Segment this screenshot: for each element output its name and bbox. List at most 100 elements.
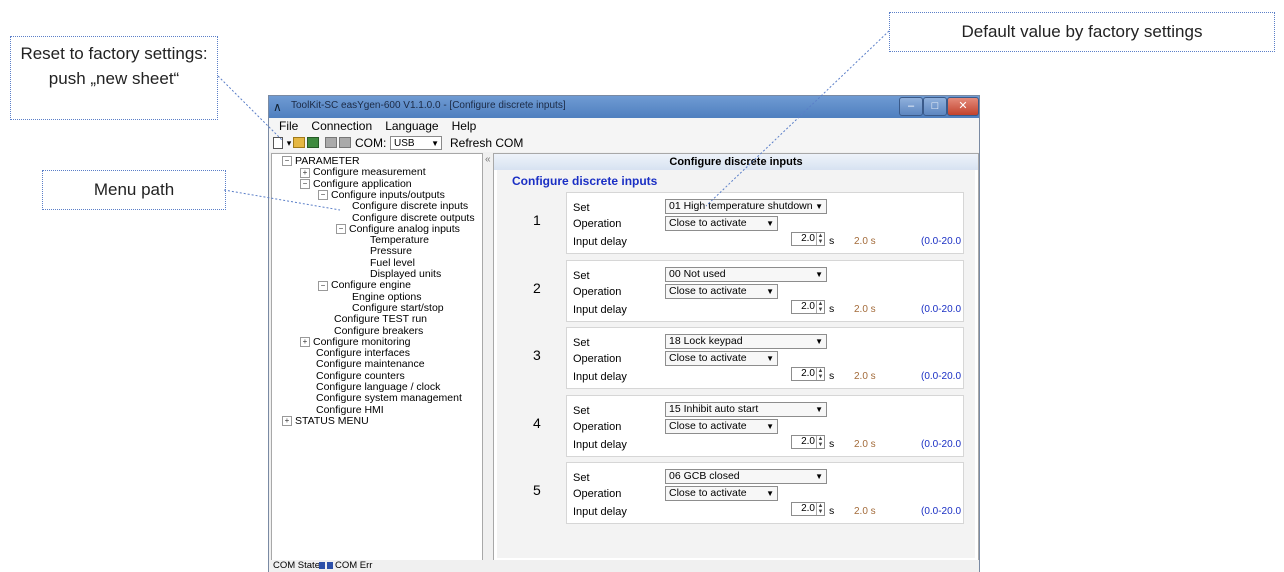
operation-value: Close to activate xyxy=(669,487,747,499)
tree-item-label: Configure system management xyxy=(316,392,462,405)
set-function-select[interactable]: 00 Not used ▼ xyxy=(665,266,827,282)
chevron-down-icon: ▼ xyxy=(431,139,439,148)
operation-select[interactable]: Close to activate ▼ xyxy=(665,486,778,501)
set-function-select[interactable]: 06 GCB closed ▼ xyxy=(665,469,827,484)
discrete-input-group: 1 Set Operation Input delay 01 High temperat… xyxy=(497,192,975,256)
refresh-com-button[interactable]: Refresh COM xyxy=(450,135,523,152)
delay-unit: s xyxy=(829,437,835,450)
operation-select[interactable]: Close to activate ▼ xyxy=(665,418,778,434)
input-delay-spinner[interactable]: 2.0 ▲ ▼ xyxy=(791,434,825,449)
save-icon[interactable] xyxy=(307,137,319,148)
tree-item-label: Configure inputs/outputs xyxy=(331,188,445,201)
tree-item-label: Configure breakers xyxy=(334,324,424,337)
maximize-button[interactable]: □ xyxy=(923,97,947,116)
print-icon[interactable] xyxy=(325,137,337,148)
input-delay-label: Input delay xyxy=(573,371,627,383)
input-delay-label: Input delay xyxy=(573,438,627,451)
computer-icon xyxy=(319,562,325,569)
tree-item-label: Configure measurement xyxy=(313,166,426,179)
print-preview-icon[interactable] xyxy=(339,137,351,148)
spinner-arrows-icon[interactable]: ▲ ▼ xyxy=(816,435,824,448)
open-folder-icon[interactable] xyxy=(293,137,305,148)
tree-item-label: Configure counters xyxy=(316,369,405,382)
minimize-button[interactable]: ‒ xyxy=(899,97,923,116)
tree-item-label: Engine options xyxy=(352,290,422,303)
input-number: 4 xyxy=(533,414,541,431)
set-label: Set xyxy=(573,202,590,214)
com-port-select[interactable]: USB ▼ xyxy=(390,136,442,150)
value-range: (0.0-20.0 xyxy=(921,236,962,247)
collapse-panel-icon[interactable]: « xyxy=(485,154,491,165)
tree-item-label: Configure application xyxy=(313,177,412,190)
tree-item-label: Pressure xyxy=(370,245,413,258)
collapse-icon[interactable]: − xyxy=(300,178,310,189)
menu-language[interactable]: Language xyxy=(385,118,438,135)
operation-value: Close to activate xyxy=(669,217,747,229)
delay-unit: s xyxy=(829,505,835,517)
set-function-value: 00 Not used xyxy=(669,267,726,280)
com-err-label: COM Err xyxy=(335,560,373,571)
expand-icon[interactable]: + xyxy=(282,416,292,427)
set-function-value: 18 Lock keypad xyxy=(669,335,743,347)
close-button[interactable]: ✕ xyxy=(947,97,979,116)
spinner-arrows-icon[interactable]: ▲ ▼ xyxy=(816,300,824,313)
input-delay-label: Input delay xyxy=(573,236,627,248)
title-bar: ∧ ToolKit-SC easYgen-600 V1.1.0.0 - [Con… xyxy=(269,96,979,118)
input-delay-value: 2.0 xyxy=(801,300,815,312)
collapse-icon[interactable]: − xyxy=(318,280,328,291)
callout-menu-path: Menu path xyxy=(42,170,226,210)
input-delay-spinner[interactable]: 2.0 ▲ ▼ xyxy=(791,232,825,246)
menu-help[interactable]: Help xyxy=(452,118,477,135)
operation-select[interactable]: Close to activate ▼ xyxy=(665,283,778,299)
delay-unit: s xyxy=(829,235,835,247)
tree-item-label: Fuel level xyxy=(370,256,415,269)
spinner-arrows-icon[interactable]: ▲ ▼ xyxy=(816,503,824,515)
chevron-down-icon: ▼ xyxy=(766,354,774,363)
operation-label: Operation xyxy=(573,285,622,298)
spinner-arrows-icon[interactable]: ▲ ▼ xyxy=(816,368,824,380)
collapse-icon[interactable]: − xyxy=(336,224,346,235)
value-range: (0.0-20.0 xyxy=(921,438,962,450)
collapse-icon[interactable]: − xyxy=(282,156,292,167)
default-value: 2.0 s xyxy=(854,236,876,247)
operation-select[interactable]: Close to activate ▼ xyxy=(665,216,778,231)
input-delay-spinner[interactable]: 2.0 ▲ ▼ xyxy=(791,299,825,314)
tree-item-label: STATUS MENU xyxy=(295,414,369,427)
expand-icon[interactable]: + xyxy=(300,337,310,348)
input-delay-value: 2.0 xyxy=(801,503,815,514)
status-bar: COM State COM Err xyxy=(269,560,979,572)
value-range: (0.0-20.0 xyxy=(921,506,962,517)
tree-item-label: Configure interfaces xyxy=(316,347,410,360)
discrete-input-group: 5 Set Operation Input delay 06 GCB closed ▼ Cl… xyxy=(497,462,975,526)
input-delay-value: 2.0 xyxy=(801,233,815,244)
operation-label: Operation xyxy=(573,488,622,500)
expand-icon[interactable]: + xyxy=(300,167,310,178)
panel-header: Configure discrete inputs xyxy=(494,154,978,170)
menu-connection[interactable]: Connection xyxy=(311,118,372,135)
menu-file[interactable]: File xyxy=(279,118,298,135)
value-range: (0.0-20.0 xyxy=(921,303,962,315)
operation-label: Operation xyxy=(573,218,622,230)
set-function-value: 01 High temperature shutdown xyxy=(669,200,813,212)
value-range: (0.0-20.0 xyxy=(921,371,962,382)
set-function-select[interactable]: 18 Lock keypad ▼ xyxy=(665,334,827,349)
operation-label: Operation xyxy=(573,353,622,365)
input-number: 5 xyxy=(533,482,541,498)
input-delay-spinner[interactable]: 2.0 ▲ ▼ xyxy=(791,367,825,381)
new-sheet-icon[interactable] xyxy=(273,137,283,149)
callout-reset: Reset to factory settings: push „new she… xyxy=(10,36,218,120)
collapse-icon[interactable]: − xyxy=(318,190,328,201)
tree-item-label: Configure discrete inputs xyxy=(352,200,469,213)
page-title: Configure discrete inputs xyxy=(512,174,658,188)
spinner-arrows-icon[interactable]: ▲ ▼ xyxy=(816,233,824,245)
input-delay-spinner[interactable]: 2.0 ▲ ▼ xyxy=(791,502,825,516)
set-function-select[interactable]: 01 High temperature shutdown ▼ xyxy=(665,199,827,214)
config-panel: Configure discrete inputs Configure disc… xyxy=(493,153,979,562)
set-function-select[interactable]: 15 Inhibit auto start ▼ xyxy=(665,401,827,417)
operation-value: Close to activate xyxy=(669,419,747,432)
set-label: Set xyxy=(573,404,590,417)
tree-item-label: Configure HMI xyxy=(316,403,384,416)
operation-select[interactable]: Close to activate ▼ xyxy=(665,351,778,366)
tree-item[interactable]: + STATUS MENU xyxy=(282,414,369,427)
set-label: Set xyxy=(573,337,590,349)
